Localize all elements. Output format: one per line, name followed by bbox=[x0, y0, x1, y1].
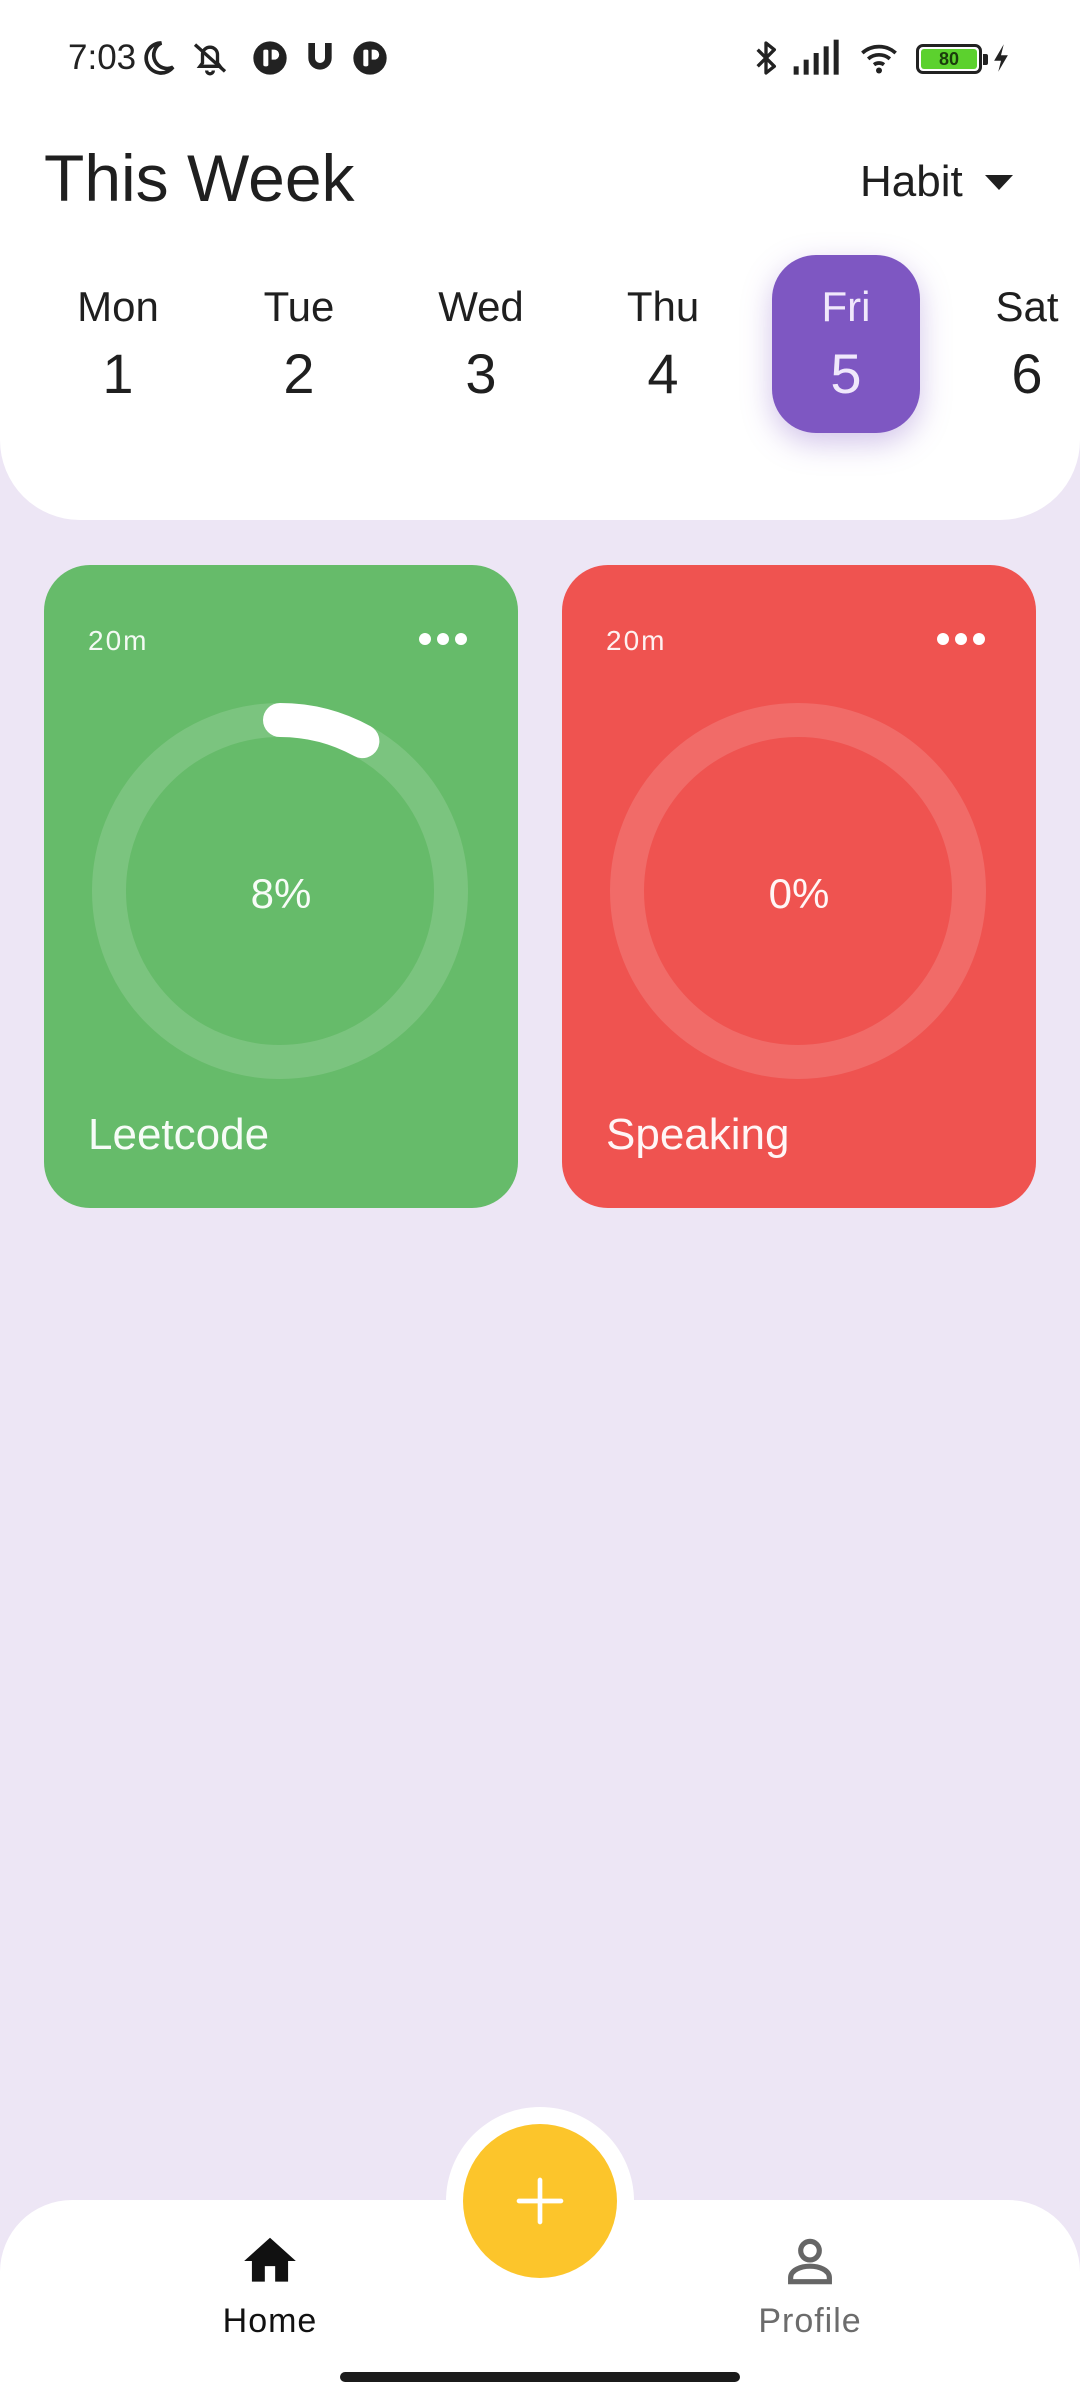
add-habit-button[interactable] bbox=[463, 2124, 617, 2278]
nav-home-label: Home bbox=[222, 2302, 318, 2340]
day-number: 3 bbox=[465, 342, 497, 405]
battery-level: 80 bbox=[938, 48, 960, 69]
day-name: Sat bbox=[995, 283, 1059, 330]
more-options-icon[interactable] bbox=[408, 609, 478, 669]
page-title: This Week bbox=[44, 141, 355, 215]
app-badge-icon bbox=[350, 38, 390, 78]
day-sat[interactable]: Sat 6 bbox=[953, 255, 1080, 433]
battery-icon: 80 bbox=[916, 44, 988, 74]
day-name: Thu bbox=[626, 283, 700, 330]
nav-profile-label: Profile bbox=[758, 2302, 862, 2340]
signal-icon bbox=[792, 38, 842, 78]
habit-card-speaking[interactable]: 20m 0% Speaking bbox=[562, 565, 1036, 1208]
day-mon[interactable]: Mon 1 bbox=[44, 255, 192, 433]
day-number: 1 bbox=[102, 342, 134, 405]
habit-progress-percent: 0% bbox=[768, 870, 830, 917]
habit-filter-dropdown[interactable]: Habit bbox=[860, 150, 1013, 214]
habit-name: Leetcode bbox=[88, 1110, 270, 1159]
day-name: Mon bbox=[77, 283, 159, 330]
header-panel: 7:03 80 This Week Habit Mon 1 Tue 2 Wed … bbox=[0, 0, 1080, 520]
day-name: Wed bbox=[438, 283, 524, 330]
habit-filter-label: Habit bbox=[860, 157, 963, 206]
day-name: Tue bbox=[263, 283, 335, 330]
nav-profile[interactable]: Profile bbox=[710, 2230, 910, 2341]
day-number: 6 bbox=[1011, 342, 1043, 405]
person-icon bbox=[788, 2238, 832, 2285]
habit-progress-percent: 8% bbox=[250, 870, 312, 917]
habit-duration: 20m bbox=[88, 625, 149, 656]
magnet-icon bbox=[300, 38, 340, 78]
habit-name: Speaking bbox=[606, 1110, 790, 1159]
day-number: 5 bbox=[830, 342, 862, 405]
charging-icon bbox=[986, 38, 1016, 78]
plus-icon bbox=[516, 2177, 564, 2225]
status-time: 7:03 bbox=[68, 38, 137, 77]
habit-duration: 20m bbox=[606, 625, 667, 656]
week-day-strip: Mon 1 Tue 2 Wed 3 Thu 4 Fri 5 Sat 6 bbox=[0, 255, 1080, 435]
moon-icon bbox=[138, 38, 178, 78]
day-number: 2 bbox=[283, 342, 315, 405]
day-number: 4 bbox=[647, 342, 679, 405]
progress-arc bbox=[263, 703, 380, 759]
day-thu[interactable]: Thu 4 bbox=[589, 255, 737, 433]
app-screen: 7:03 80 This Week Habit Mon 1 Tue 2 Wed … bbox=[0, 0, 1080, 2400]
day-tue[interactable]: Tue 2 bbox=[225, 255, 373, 433]
alarm-off-icon bbox=[190, 38, 230, 78]
gesture-home-indicator[interactable] bbox=[340, 2372, 740, 2382]
home-icon bbox=[244, 2237, 296, 2282]
day-name: Fri bbox=[821, 283, 871, 330]
day-wed[interactable]: Wed 3 bbox=[407, 255, 555, 433]
chevron-down-icon bbox=[984, 174, 1013, 190]
more-options-icon[interactable] bbox=[926, 609, 996, 669]
day-fri-selected[interactable]: Fri 5 bbox=[772, 255, 920, 433]
status-bar: 7:03 80 bbox=[0, 0, 1080, 120]
wifi-icon bbox=[856, 38, 902, 78]
bluetooth-icon bbox=[746, 38, 786, 78]
nav-home[interactable]: Home bbox=[170, 2230, 370, 2341]
habit-card-leetcode[interactable]: 20m 8% Leetcode bbox=[44, 565, 518, 1208]
app-badge-icon bbox=[250, 38, 290, 78]
